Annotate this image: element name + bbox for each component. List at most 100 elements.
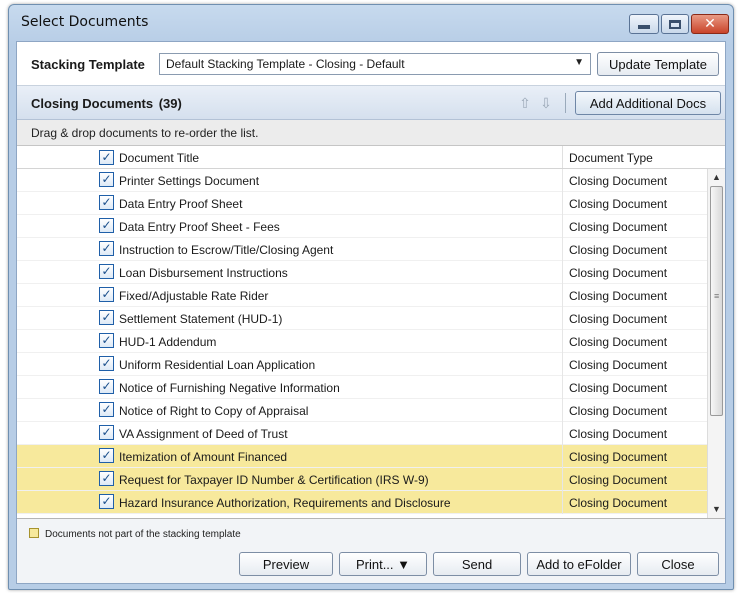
stacking-template-select[interactable]: Default Stacking Template - Closing - De… xyxy=(159,53,591,75)
closing-documents-header: Closing Documents (39) ⇧ ⇩ Add Additiona… xyxy=(17,86,725,120)
vertical-scrollbar[interactable]: ▲ ≡ ▼ xyxy=(707,169,725,518)
document-type-cell: Closing Document xyxy=(569,404,668,418)
table-row[interactable]: ✓ Loan Disbursement Instructions Closing D… xyxy=(17,261,707,284)
row-checkbox[interactable]: ✓ xyxy=(99,402,114,417)
document-title-cell: Request for Taxpayer ID Number & Certifi… xyxy=(119,473,429,487)
document-title-cell: VA Assignment of Deed of Trust xyxy=(119,427,288,441)
table-row[interactable]: ✓ Notice of Furnishing Negative Informati… xyxy=(17,376,707,399)
document-type-cell: Closing Document xyxy=(569,174,668,188)
print-button[interactable]: Print... ▼ xyxy=(339,552,427,576)
add-additional-docs-button[interactable]: Add Additional Docs xyxy=(575,91,721,115)
update-template-button[interactable]: Update Template xyxy=(597,52,719,76)
document-type-cell: Closing Document xyxy=(569,197,668,211)
close-button[interactable]: Close xyxy=(637,552,719,576)
column-header-type[interactable]: Document Type xyxy=(569,151,653,165)
document-type-cell: Closing Document xyxy=(569,473,668,487)
row-checkbox[interactable]: ✓ xyxy=(99,264,114,279)
arrow-up-icon[interactable]: ⇧ xyxy=(517,95,533,111)
legend-text: Documents not part of the stacking templ… xyxy=(45,529,241,540)
title-bar[interactable]: Select Documents ✕ xyxy=(9,5,733,41)
table-row[interactable]: ✓ Itemization of Amount Financed Closing D… xyxy=(17,445,707,468)
table-row[interactable]: ✓ HUD-1 Addendum Closing Document xyxy=(17,330,707,353)
row-checkbox[interactable]: ✓ xyxy=(99,172,114,187)
table-row[interactable]: ✓ Uniform Residential Loan Application Clo… xyxy=(17,353,707,376)
table-row[interactable]: ✓ Request for Taxpayer ID Number & Certif… xyxy=(17,468,707,491)
column-header-title[interactable]: Document Title xyxy=(119,151,199,165)
document-type-cell: Closing Document xyxy=(569,289,668,303)
table-row[interactable]: ✓ Printer Settings Document Closing Docume… xyxy=(17,169,707,192)
row-checkbox[interactable]: ✓ xyxy=(99,333,114,348)
close-window-button[interactable]: ✕ xyxy=(691,14,729,34)
document-type-cell: Closing Document xyxy=(569,312,668,326)
row-checkbox[interactable]: ✓ xyxy=(99,218,114,233)
row-checkbox[interactable]: ✓ xyxy=(99,310,114,325)
column-divider xyxy=(562,146,563,168)
cell-divider xyxy=(562,169,563,192)
row-checkbox[interactable]: ✓ xyxy=(99,425,114,440)
cell-divider xyxy=(562,468,563,491)
document-type-cell: Closing Document xyxy=(569,266,668,280)
table-row[interactable]: ✓ Settlement Statement (HUD-1) Closing Doc… xyxy=(17,307,707,330)
stacking-template-label: Stacking Template xyxy=(31,57,145,72)
table-row[interactable]: ✓ Data Entry Proof Sheet - Fees Closing Do… xyxy=(17,215,707,238)
row-checkbox[interactable]: ✓ xyxy=(99,356,114,371)
add-to-efolder-button[interactable]: Add to eFolder xyxy=(527,552,631,576)
document-type-cell: Closing Document xyxy=(569,450,668,464)
row-checkbox[interactable]: ✓ xyxy=(99,494,114,509)
document-type-cell: Closing Document xyxy=(569,496,668,510)
row-checkbox[interactable]: ✓ xyxy=(99,287,114,302)
scroll-down-icon[interactable]: ▼ xyxy=(708,501,725,518)
document-title-cell: HUD-1 Addendum xyxy=(119,335,217,349)
row-checkbox[interactable]: ✓ xyxy=(99,241,114,256)
cell-divider xyxy=(562,192,563,215)
row-checkbox[interactable]: ✓ xyxy=(99,195,114,210)
cell-divider xyxy=(562,238,563,261)
document-type-cell: Closing Document xyxy=(569,220,668,234)
cell-divider xyxy=(562,284,563,307)
cell-divider xyxy=(562,307,563,330)
document-title-cell: Data Entry Proof Sheet xyxy=(119,197,243,211)
table-row[interactable]: ✓ Fixed/Adjustable Rate Rider Closing Docu… xyxy=(17,284,707,307)
document-count: (39) xyxy=(158,96,182,111)
table-row[interactable]: ✓ Hazard Insurance Authorization, Require… xyxy=(17,491,707,514)
dropdown-arrow-icon[interactable]: ▼ xyxy=(574,57,584,68)
scrollbar-thumb[interactable]: ≡ xyxy=(710,186,723,416)
send-button[interactable]: Send xyxy=(433,552,521,576)
window-title: Select Documents xyxy=(21,14,149,30)
preview-button[interactable]: Preview xyxy=(239,552,333,576)
documents-grid: ✓ Document Title Document Type ✓ Printer … xyxy=(17,146,725,519)
minimize-icon xyxy=(638,25,650,29)
arrow-down-icon[interactable]: ⇩ xyxy=(538,95,554,111)
document-title-cell: Instruction to Escrow/Title/Closing Agen… xyxy=(119,243,334,257)
document-title-cell: Hazard Insurance Authorization, Requirem… xyxy=(119,496,451,510)
table-row[interactable]: ✓ Data Entry Proof Sheet Closing Document xyxy=(17,192,707,215)
close-icon: ✕ xyxy=(704,16,716,32)
minimize-button[interactable] xyxy=(629,14,659,34)
row-checkbox[interactable]: ✓ xyxy=(99,471,114,486)
select-all-checkbox[interactable]: ✓ xyxy=(99,150,114,165)
grip-icon: ≡ xyxy=(714,291,720,301)
document-title-cell: Printer Settings Document xyxy=(119,174,260,188)
grid-header: ✓ Document Title Document Type xyxy=(17,146,725,169)
legend: Documents not part of the stacking templ… xyxy=(29,528,241,540)
cell-divider xyxy=(562,422,563,445)
table-row[interactable]: ✓ Instruction to Escrow/Title/Closing Age… xyxy=(17,238,707,261)
toolbar-divider xyxy=(565,93,566,113)
table-row[interactable]: ✓ VA Assignment of Deed of Trust Closing D… xyxy=(17,422,707,445)
maximize-button[interactable] xyxy=(661,14,689,34)
document-title-cell: Uniform Residential Loan Application xyxy=(119,358,316,372)
scroll-up-icon[interactable]: ▲ xyxy=(708,169,725,186)
document-title-cell: Notice of Furnishing Negative Informatio… xyxy=(119,381,340,395)
document-title-cell: Notice of Right to Copy of Appraisal xyxy=(119,404,309,418)
select-documents-window: Select Documents ✕ Stacking Template Def… xyxy=(8,4,734,590)
document-title-cell: Settlement Statement (HUD-1) xyxy=(119,312,283,326)
row-checkbox[interactable]: ✓ xyxy=(99,379,114,394)
cell-divider xyxy=(562,261,563,284)
cell-divider xyxy=(562,215,563,238)
document-title-cell: Fixed/Adjustable Rate Rider xyxy=(119,289,269,303)
table-row[interactable]: ✓ Notice of Right to Copy of Appraisal Clo… xyxy=(17,399,707,422)
row-checkbox[interactable]: ✓ xyxy=(99,448,114,463)
stacking-template-row: Stacking Template Default Stacking Templ… xyxy=(17,42,725,86)
maximize-icon xyxy=(669,19,681,29)
document-type-cell: Closing Document xyxy=(569,381,668,395)
